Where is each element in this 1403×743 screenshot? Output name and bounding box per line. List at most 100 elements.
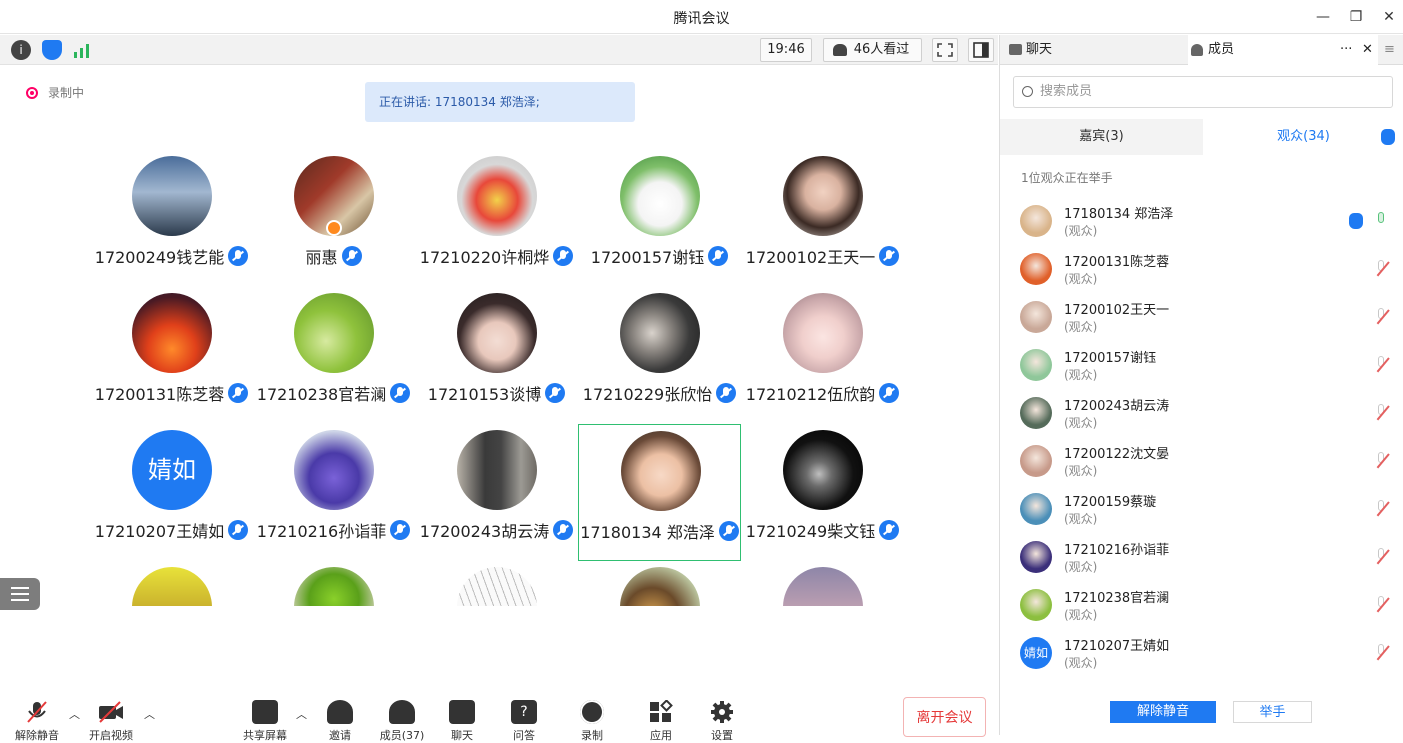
avatar bbox=[457, 430, 537, 510]
member-name: 17200243胡云涛 bbox=[1064, 399, 1170, 414]
participant-tile[interactable]: 17210238官若澜 bbox=[252, 291, 415, 428]
gear-icon bbox=[709, 700, 735, 724]
add-person-icon bbox=[327, 700, 353, 724]
record-label: 录制 bbox=[581, 729, 603, 742]
avatar bbox=[294, 293, 374, 373]
member-item[interactable]: 17210216孙诣菲 (观众) bbox=[1000, 533, 1403, 581]
list-toggle-icon[interactable] bbox=[0, 578, 40, 610]
members-button[interactable]: 成员(37) bbox=[377, 700, 427, 743]
mic-muted-icon[interactable] bbox=[1374, 644, 1390, 662]
member-role: (观众) bbox=[1064, 320, 1098, 334]
member-item[interactable]: 17210238官若澜 (观众) bbox=[1000, 581, 1403, 629]
participant-tile[interactable] bbox=[741, 565, 904, 606]
avatar bbox=[132, 293, 212, 373]
settings-label: 设置 bbox=[711, 729, 733, 742]
chat-button[interactable]: 聊天 bbox=[437, 700, 487, 743]
participant-name: 17210229张欣怡 bbox=[578, 381, 741, 405]
info-icon[interactable]: i bbox=[11, 40, 31, 60]
tab-chat[interactable]: 聊天 bbox=[1006, 35, 1186, 65]
leave-meeting-button[interactable]: 离开会议 bbox=[903, 697, 986, 737]
search-icon bbox=[1022, 86, 1033, 97]
members-icon bbox=[1191, 44, 1203, 56]
hand-raise-notice: 1位观众正在举手 bbox=[1021, 171, 1113, 185]
member-name: 17210207王婧如 bbox=[1064, 639, 1170, 654]
member-role: (观众) bbox=[1064, 416, 1098, 430]
participant-tile[interactable]: 17210220许桐烨 bbox=[415, 154, 578, 291]
mic-muted-icon[interactable] bbox=[1374, 452, 1390, 470]
chevron-up-icon[interactable]: ︿ bbox=[69, 706, 80, 722]
participant-tile[interactable]: 17200249钱艺能 bbox=[90, 154, 253, 291]
unmute-all-button[interactable]: 解除静音 bbox=[1110, 701, 1216, 723]
apps-button[interactable]: 应用 bbox=[636, 699, 686, 743]
member-item[interactable]: 17200159蔡璇 (观众) bbox=[1000, 485, 1403, 533]
tab-members[interactable]: 成员 ··· ✕ bbox=[1188, 35, 1378, 65]
participant-tile[interactable] bbox=[252, 565, 415, 606]
qa-button[interactable]: ? 问答 bbox=[499, 700, 549, 743]
participant-tile[interactable]: 17210216孙诣菲 bbox=[252, 428, 415, 565]
participant-tile[interactable]: 丽惠 bbox=[252, 154, 415, 291]
chevron-up-icon[interactable]: ︿ bbox=[296, 706, 307, 722]
raise-hand-button[interactable]: 举手 bbox=[1233, 701, 1312, 723]
chat-icon bbox=[449, 700, 475, 724]
participant-name: 17200243胡云涛 bbox=[415, 518, 578, 542]
participant-tile[interactable] bbox=[578, 565, 741, 606]
participant-tile[interactable]: 17200243胡云涛 bbox=[415, 428, 578, 565]
participant-tile[interactable]: 17210153谈博 bbox=[415, 291, 578, 428]
viewers-count[interactable]: 46人看过 bbox=[823, 38, 922, 62]
participant-name: 17210212伍欣韵 bbox=[741, 381, 904, 405]
mic-muted-icon[interactable] bbox=[1374, 596, 1390, 614]
participant-tile[interactable] bbox=[90, 565, 253, 606]
participant-tile[interactable]: 婧如 17210207王婧如 bbox=[90, 428, 253, 565]
member-item[interactable]: 婧如 17210207王婧如 (观众) bbox=[1000, 629, 1403, 677]
more-icon[interactable]: ··· bbox=[1340, 35, 1352, 65]
share-screen-button[interactable]: 共享屏幕 bbox=[240, 700, 290, 743]
member-role: (观众) bbox=[1064, 656, 1098, 670]
participant-tile[interactable] bbox=[415, 565, 578, 606]
member-item[interactable]: 17200102王天一 (观众) bbox=[1000, 293, 1403, 341]
layout-toggle-icon[interactable] bbox=[968, 38, 994, 62]
members-icon bbox=[389, 700, 415, 724]
participant-tile[interactable]: 17210249柴文钰 bbox=[741, 428, 904, 565]
unmute-button[interactable]: 解除静音 bbox=[12, 700, 62, 743]
member-name: 17210216孙诣菲 bbox=[1064, 543, 1170, 558]
member-item[interactable]: 17200131陈芝蓉 (观众) bbox=[1000, 245, 1403, 293]
participant-tile[interactable]: 17200131陈芝蓉 bbox=[90, 291, 253, 428]
video-off-icon bbox=[98, 700, 124, 724]
mic-muted-icon[interactable] bbox=[1374, 500, 1390, 518]
restore-icon[interactable]: ❐ bbox=[1343, 6, 1369, 28]
minimize-icon[interactable]: — bbox=[1310, 6, 1336, 28]
invite-button[interactable]: 邀请 bbox=[315, 700, 365, 743]
mic-muted-icon[interactable] bbox=[1374, 260, 1390, 278]
muted-mic-icon bbox=[879, 246, 900, 266]
chevron-up-icon[interactable]: ︿ bbox=[144, 706, 155, 722]
fullscreen-icon[interactable] bbox=[932, 38, 958, 62]
participant-tile[interactable]: 17210229张欣怡 bbox=[578, 291, 741, 428]
participant-tile[interactable]: 17210212伍欣韵 bbox=[741, 291, 904, 428]
settings-button[interactable]: 设置 bbox=[697, 700, 747, 743]
mic-on-icon[interactable] bbox=[1374, 212, 1388, 230]
close-icon[interactable]: ✕ bbox=[1362, 35, 1373, 65]
video-grid-area: 录制中 正在讲话: 17180134 郑浩泽; 17200249钱艺能 丽惠 1… bbox=[0, 66, 998, 606]
raise-hand-icon[interactable] bbox=[1381, 129, 1395, 145]
member-item[interactable]: 17180134 郑浩泽 (观众) bbox=[1000, 197, 1403, 245]
member-item[interactable]: 17200243胡云涛 (观众) bbox=[1000, 389, 1403, 437]
member-item[interactable]: 17200122沈文晏 (观众) bbox=[1000, 437, 1403, 485]
mic-muted-icon[interactable] bbox=[1374, 308, 1390, 326]
member-search-input[interactable]: 搜索成员 bbox=[1013, 76, 1393, 108]
record-button[interactable]: 录制 bbox=[567, 700, 617, 743]
participant-tile[interactable]: 17200102王天一 bbox=[741, 154, 904, 291]
tab-audience[interactable]: 观众(34) bbox=[1203, 119, 1403, 155]
mic-muted-icon[interactable] bbox=[1374, 356, 1390, 374]
mic-muted-icon[interactable] bbox=[1374, 404, 1390, 422]
shield-icon[interactable] bbox=[42, 40, 62, 60]
tab-guests[interactable]: 嘉宾(3) bbox=[1000, 119, 1203, 155]
start-video-button[interactable]: 开启视频 bbox=[86, 700, 136, 743]
participant-tile-speaking[interactable]: 17180134 郑浩泽 bbox=[578, 424, 741, 561]
signal-icon[interactable] bbox=[72, 40, 92, 60]
share-screen-label: 共享屏幕 bbox=[243, 729, 287, 742]
member-item[interactable]: 17200157谢钰 (观众) bbox=[1000, 341, 1403, 389]
mic-muted-icon[interactable] bbox=[1374, 548, 1390, 566]
close-icon[interactable]: ✕ bbox=[1376, 6, 1402, 28]
participant-tile[interactable]: 17200157谢钰 bbox=[578, 154, 741, 291]
menu-icon[interactable]: ≡ bbox=[1384, 35, 1400, 65]
